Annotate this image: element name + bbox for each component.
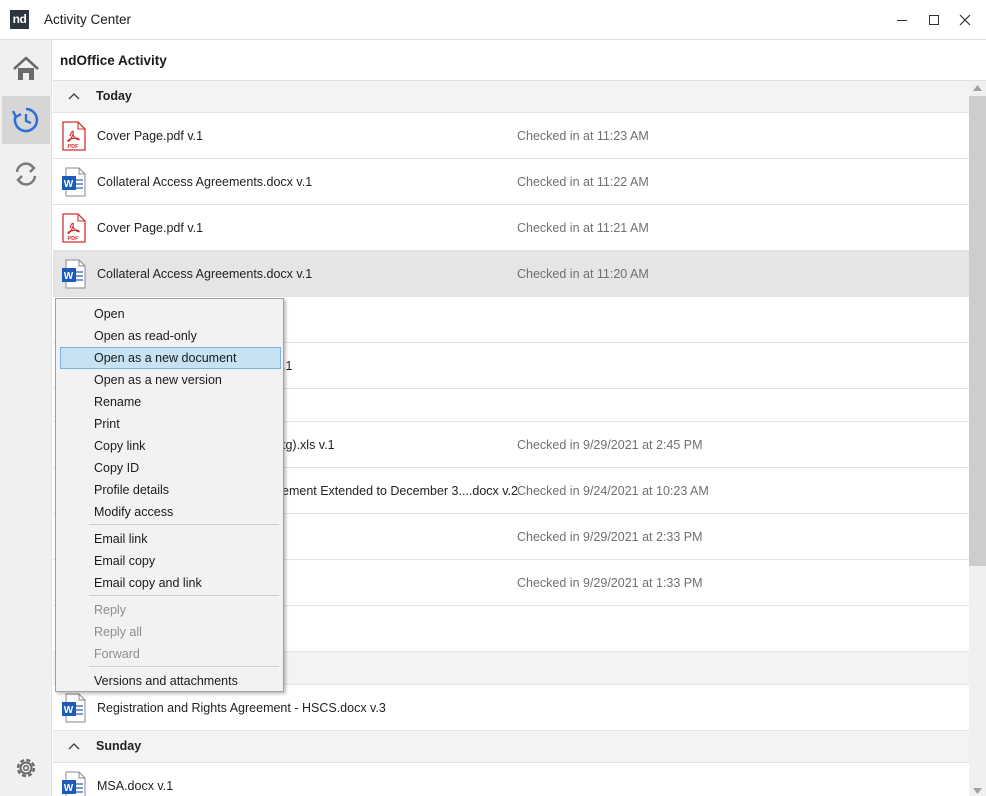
title-bar: nd Activity Center [0, 0, 986, 40]
file-name: tg).xls v.1 [282, 438, 335, 452]
pdf-file-icon: PDF [62, 213, 86, 243]
group-header-sunday[interactable]: Sunday [53, 731, 969, 763]
file-status: Checked in at 11:23 AM [517, 129, 649, 143]
menu-separator [89, 595, 279, 596]
list-item[interactable]: PDF Cover Page.pdf v.1 Checked in at 11:… [53, 205, 969, 251]
file-status: Checked in at 11:22 AM [517, 175, 649, 189]
menu-item-modify-access[interactable]: Modify access [60, 501, 281, 523]
svg-text:W: W [64, 705, 74, 716]
file-name: Registration and Rights Agreement - HSCS… [97, 701, 386, 715]
svg-text:PDF: PDF [68, 236, 80, 242]
file-status: Checked in 9/29/2021 at 1:33 PM [517, 576, 703, 590]
page-title: ndOffice Activity [60, 53, 167, 68]
sidebar-home-button[interactable] [2, 45, 50, 93]
file-name: MSA.docx v.1 [97, 779, 174, 793]
word-file-icon: W [62, 259, 86, 289]
file-status: Checked in 9/29/2021 at 2:33 PM [517, 530, 703, 544]
menu-item-versions-and-attachments[interactable]: Versions and attachments [60, 670, 281, 692]
pdf-file-icon: PDF [62, 121, 86, 151]
file-status: Checked in 9/29/2021 at 2:45 PM [517, 438, 703, 452]
menu-item-open-as-new-version[interactable]: Open as a new version [60, 369, 281, 391]
file-status: Checked in at 11:20 AM [517, 267, 649, 281]
close-button[interactable] [953, 8, 977, 32]
scroll-down-icon[interactable] [973, 788, 982, 794]
menu-item-open-as-new-document[interactable]: Open as a new document [60, 347, 281, 369]
svg-text:PDF: PDF [68, 144, 80, 150]
gear-icon [16, 758, 36, 778]
menu-item-copy-id[interactable]: Copy ID [60, 457, 281, 479]
menu-item-email-link[interactable]: Email link [60, 528, 281, 550]
file-name: Collateral Access Agreements.docx v.1 [97, 267, 313, 281]
word-file-icon: W [62, 693, 86, 723]
list-item[interactable]: W MSA.docx v.1 [53, 763, 969, 796]
menu-item-open-read-only[interactable]: Open as read-only [60, 325, 281, 347]
file-name: Cover Page.pdf v.1 [97, 221, 204, 235]
sidebar-sync-button[interactable] [2, 150, 50, 198]
menu-item-rename[interactable]: Rename [60, 391, 281, 413]
menu-item-open[interactable]: Open [60, 303, 281, 325]
menu-item-copy-link[interactable]: Copy link [60, 435, 281, 457]
file-name: ement Extended to December 3....docx v.2 [282, 484, 519, 498]
menu-item-forward: Forward [94, 647, 140, 661]
menu-item-reply: Reply [94, 603, 126, 617]
file-status: Checked in at 11:21 AM [517, 221, 649, 235]
minimize-icon [897, 20, 907, 21]
sync-icon [15, 162, 37, 186]
maximize-button[interactable] [922, 8, 946, 32]
menu-separator [89, 524, 279, 525]
sidebar [0, 40, 52, 796]
window-title: Activity Center [44, 12, 132, 27]
menu-item-print[interactable]: Print [60, 413, 281, 435]
list-item[interactable]: PDF Cover Page.pdf v.1 Checked in at 11:… [53, 113, 969, 159]
menu-item-email-copy[interactable]: Email copy [60, 550, 281, 572]
chevron-up-icon [68, 93, 80, 100]
file-name: Cover Page.pdf v.1 [97, 129, 204, 143]
menu-separator [89, 666, 279, 667]
svg-text:W: W [64, 179, 74, 190]
menu-item-email-copy-and-link[interactable]: Email copy and link [60, 572, 281, 594]
group-label: Sunday [96, 739, 142, 753]
scroll-thumb[interactable] [969, 96, 986, 566]
word-file-icon: W [62, 167, 86, 197]
list-item-selected[interactable]: W Collateral Access Agreements.docx v.1 … [53, 251, 969, 297]
svg-text:W: W [64, 783, 74, 794]
app-logo: nd [10, 10, 29, 29]
svg-text:W: W [64, 271, 74, 282]
scroll-up-icon[interactable] [973, 85, 982, 91]
recent-activity-icon [11, 107, 39, 133]
file-status: Checked in 9/24/2021 at 10:23 AM [517, 484, 709, 498]
file-name: Collateral Access Agreements.docx v.1 [97, 175, 313, 189]
sidebar-activity-button[interactable] [2, 96, 50, 144]
list-item[interactable]: W Collateral Access Agreements.docx v.1 … [53, 159, 969, 205]
menu-item-reply-all: Reply all [94, 625, 142, 639]
maximize-icon [929, 15, 939, 25]
close-icon [959, 14, 971, 26]
home-icon [13, 56, 39, 80]
sidebar-settings-button[interactable] [2, 744, 50, 792]
group-label: Today [96, 89, 132, 103]
word-file-icon: W [62, 771, 86, 796]
minimize-button[interactable] [890, 8, 914, 32]
chevron-up-icon [68, 743, 80, 750]
context-menu: Open Open as read-only Open as a new doc… [55, 298, 284, 692]
group-header-today[interactable]: Today [53, 81, 969, 113]
vertical-scrollbar[interactable] [969, 81, 986, 796]
menu-item-profile-details[interactable]: Profile details [60, 479, 281, 501]
